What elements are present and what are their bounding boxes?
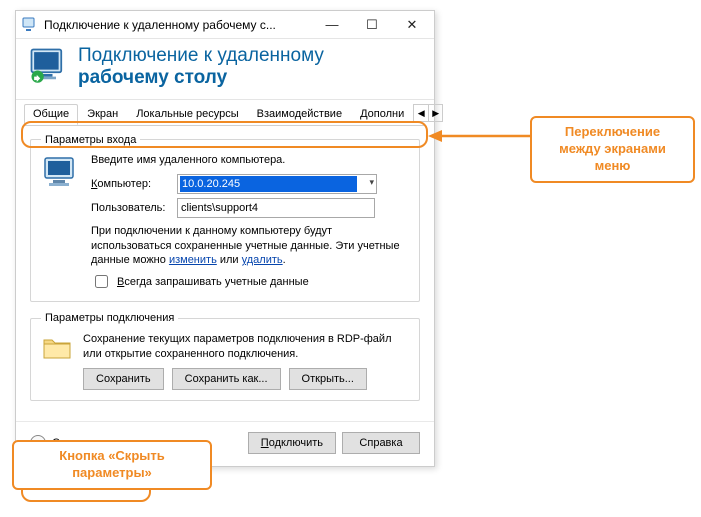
close-button[interactable]: ✕ (392, 11, 432, 39)
link-delete-credentials[interactable]: удалить (242, 254, 283, 266)
connect-button[interactable]: Подключить (248, 432, 336, 454)
header: Подключение к удаленному рабочему столу (16, 39, 434, 100)
user-label: Пользователь: (91, 202, 171, 214)
tab-general[interactable]: Общие (24, 104, 78, 125)
header-line1: Подключение к удаленному (78, 45, 324, 67)
help-button[interactable]: Справка (342, 432, 420, 454)
connection-group: Параметры подключения Сохранение текущих… (30, 312, 420, 401)
rdc-large-icon (28, 46, 70, 88)
tab-scroll-left[interactable]: ◀ (414, 105, 428, 121)
window-buttons: — ☐ ✕ (312, 11, 432, 39)
connection-desc: Сохранение текущих параметров подключени… (83, 332, 409, 362)
credentials-note: При подключении к данному компьютеру буд… (91, 224, 409, 269)
tab-display[interactable]: Экран (78, 104, 127, 125)
rdc-window: Подключение к удаленному рабочему с... —… (15, 10, 435, 467)
tab-experience[interactable]: Взаимодействие (248, 104, 351, 125)
computer-icon (41, 154, 81, 194)
computer-input[interactable] (177, 174, 377, 194)
arrow-tabs (428, 126, 530, 146)
always-ask-checkbox[interactable]: Всегда запрашивать учетные данные Всегда… (91, 272, 409, 291)
tabstrip: Общие Экран Локальные ресурсы Взаимодейс… (24, 100, 426, 126)
callout-tabs: Переключение между экранами меню (530, 116, 695, 183)
save-button[interactable]: Сохранить (83, 368, 164, 390)
always-ask-input[interactable] (95, 275, 108, 288)
window-title: Подключение к удаленному рабочему с... (44, 18, 312, 32)
rdc-small-icon (22, 17, 38, 33)
callout-hide: Кнопка «Скрыть параметры» (12, 440, 212, 490)
tab-scroll: ◀ ▶ (413, 104, 443, 122)
maximize-button[interactable]: ☐ (352, 11, 392, 39)
login-intro: Введите имя удаленного компьютера. (91, 154, 409, 166)
header-title: Подключение к удаленному рабочему столу (78, 45, 324, 89)
header-line2: рабочему столу (78, 67, 324, 89)
computer-combo[interactable]: 10.0.20.245 ▾ (177, 174, 377, 194)
link-edit-credentials[interactable]: изменить (169, 254, 217, 266)
open-button[interactable]: Открыть... (289, 368, 367, 390)
content: Параметры входа Введите имя удаленного к… (16, 126, 434, 421)
folder-icon (41, 332, 73, 364)
minimize-button[interactable]: — (312, 11, 352, 39)
user-input[interactable] (177, 198, 375, 218)
titlebar: Подключение к удаленному рабочему с... —… (16, 11, 434, 39)
connection-legend: Параметры подключения (41, 312, 178, 324)
save-as-button[interactable]: Сохранить как... (172, 368, 281, 390)
login-group: Параметры входа Введите имя удаленного к… (30, 134, 420, 303)
computer-label: ККомпьютер:омпьютер: (91, 178, 171, 190)
tab-advanced-truncated[interactable]: Дополни (351, 104, 413, 125)
login-legend: Параметры входа (41, 134, 140, 146)
tab-local-resources[interactable]: Локальные ресурсы (127, 104, 247, 125)
tab-scroll-right[interactable]: ▶ (428, 105, 442, 121)
